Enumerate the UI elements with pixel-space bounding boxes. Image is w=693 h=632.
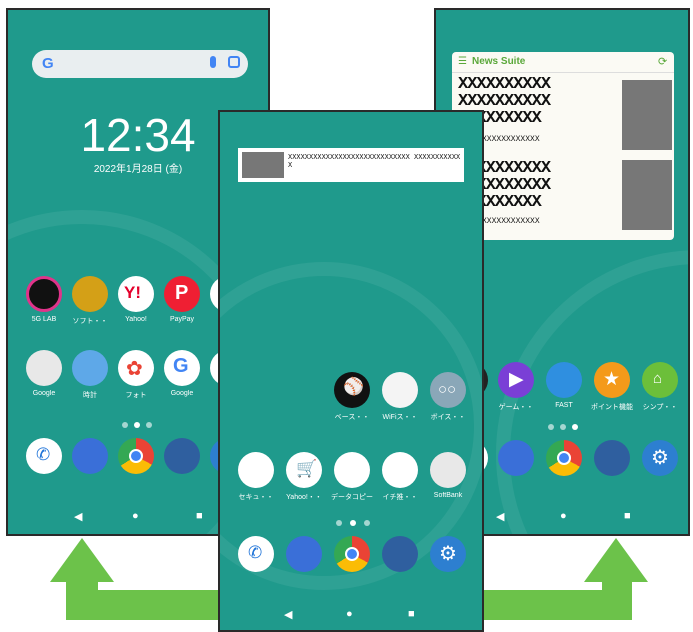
security-app-icon[interactable]	[238, 452, 274, 488]
chrome-app-icon[interactable]	[334, 536, 370, 572]
home-icon[interactable]: ●	[346, 608, 353, 620]
app-label: SoftBank	[433, 492, 463, 499]
camera-app-icon[interactable]	[382, 536, 418, 572]
app-label: WiFiス・・	[382, 414, 418, 421]
news-suite-widget[interactable]: ☰ News Suite ⟳ XXXXXXXXXX XXXXXXXXXX XXX…	[452, 52, 674, 240]
app-label: FAST	[555, 402, 573, 409]
right-arrow-shaft	[602, 580, 632, 620]
app-label: シンプ・・	[642, 404, 678, 411]
point-app-icon[interactable]: ★	[594, 362, 630, 398]
messages-app-icon[interactable]	[498, 440, 534, 476]
notice-text: XXXXXXXXXXXXXXXXXXXXXXXXXXXXX XXXXXXXXXX…	[288, 154, 461, 170]
menu-icon[interactable]: ☰	[458, 56, 467, 67]
settings-app-icon[interactable]: ⚙	[642, 440, 678, 476]
simple-home-app-icon[interactable]: ⌂	[642, 362, 678, 398]
app-label: データコピー	[331, 494, 373, 501]
voicemail-app-icon[interactable]: ○○	[430, 372, 466, 408]
page-dot	[146, 422, 152, 428]
page-dot	[122, 422, 128, 428]
page-dot-active	[134, 422, 140, 428]
messages-app-icon[interactable]	[286, 536, 322, 572]
google-folder-icon[interactable]	[26, 350, 62, 386]
app-label: Google	[32, 390, 56, 397]
back-icon[interactable]: ◀	[74, 510, 82, 523]
widget-header: ☰ News Suite ⟳	[452, 52, 674, 73]
paypay-app-icon[interactable]: P	[164, 276, 200, 312]
left-arrow-head	[50, 538, 114, 582]
mic-icon[interactable]	[210, 56, 216, 68]
refresh-icon[interactable]: ⟳	[658, 55, 667, 68]
page-dot-active	[572, 424, 578, 430]
5g-lab-app-icon[interactable]	[26, 276, 62, 312]
app-label: フォト	[125, 392, 147, 399]
home-icon[interactable]: ●	[560, 510, 567, 522]
article-thumbnail	[622, 80, 672, 150]
clock-app-icon[interactable]	[72, 350, 108, 386]
page-dot	[364, 520, 370, 526]
phone-app-icon[interactable]: ✆	[26, 438, 62, 474]
app-label: ボイス・・	[430, 414, 466, 421]
camera-app-icon[interactable]	[594, 440, 630, 476]
app-label: 5G LAB	[31, 316, 57, 323]
app-label: Google	[170, 390, 194, 397]
recents-icon[interactable]: ■	[624, 510, 631, 522]
ichioshi-app-icon[interactable]	[382, 452, 418, 488]
page-dot	[548, 424, 554, 430]
phone-app-icon[interactable]: ✆	[238, 536, 274, 572]
app-label: 時計	[83, 392, 97, 399]
notice-widget[interactable]: XXXXXXXXXXXXXXXXXXXXXXXXXXXXX XXXXXXXXXX…	[238, 148, 464, 182]
recents-icon[interactable]: ■	[408, 608, 415, 620]
left-arrow-shaft	[66, 580, 98, 620]
app-label: ゲーム・・	[498, 404, 534, 411]
news-article-1[interactable]: XXXXXXXXXX XXXXXXXXXX XXXXXXXXX XXXXXXXX…	[458, 76, 672, 156]
messages-app-icon[interactable]	[72, 438, 108, 474]
app-label: PayPay	[169, 316, 195, 323]
baseball-live-app-icon[interactable]: ⚾	[334, 372, 370, 408]
chrome-app-icon[interactable]	[118, 438, 154, 474]
news-article-2[interactable]: XXXXXXXXXX XXXXXXXXXX XXXXXXXXX XXXXXXXX…	[458, 160, 672, 240]
app-label: Yahoo!・・	[286, 494, 322, 501]
right-arrow-head	[584, 538, 648, 582]
google-g-icon: G	[42, 55, 54, 72]
softbank-folder-icon[interactable]	[430, 452, 466, 488]
back-icon[interactable]: ◀	[284, 608, 292, 621]
data-copy-app-icon[interactable]	[334, 452, 370, 488]
app-label: セキュ・・	[238, 494, 274, 501]
lens-icon[interactable]	[228, 56, 240, 68]
article-thumbnail	[622, 160, 672, 230]
google-app-icon[interactable]: G	[164, 350, 200, 386]
google-search-bar[interactable]: G	[32, 50, 248, 78]
page-dot	[336, 520, 342, 526]
page-dot-active	[350, 520, 356, 526]
app-label: イチ推・・	[382, 494, 418, 501]
recents-icon[interactable]: ■	[196, 510, 203, 522]
wifi-spot-app-icon[interactable]	[382, 372, 418, 408]
yahoo-shopping-app-icon[interactable]: 🛒	[286, 452, 322, 488]
camera-app-icon[interactable]	[164, 438, 200, 474]
app-label: ソフト・・	[72, 318, 108, 325]
app-label: Yahoo!	[125, 316, 147, 323]
softbank-premium-app-icon[interactable]	[72, 276, 108, 312]
back-icon[interactable]: ◀	[496, 510, 504, 523]
game-app-icon[interactable]: ▶	[498, 362, 534, 398]
notice-thumbnail	[242, 152, 284, 178]
photos-app-icon[interactable]: ✿	[118, 350, 154, 386]
yahoo-app-icon[interactable]: Y!	[118, 276, 154, 312]
app-label: ベース・・	[334, 414, 370, 421]
page-dot	[560, 424, 566, 430]
center-home-screen: XXXXXXXXXXXXXXXXXXXXXXXXXXXXX XXXXXXXXXX…	[218, 110, 484, 632]
app-label: ポイント機能	[591, 404, 633, 411]
widget-title: News Suite	[472, 56, 526, 67]
settings-app-icon[interactable]: ⚙	[430, 536, 466, 572]
chrome-app-icon[interactable]	[546, 440, 582, 476]
home-icon[interactable]: ●	[132, 510, 139, 522]
fast-app-icon[interactable]	[546, 362, 582, 398]
